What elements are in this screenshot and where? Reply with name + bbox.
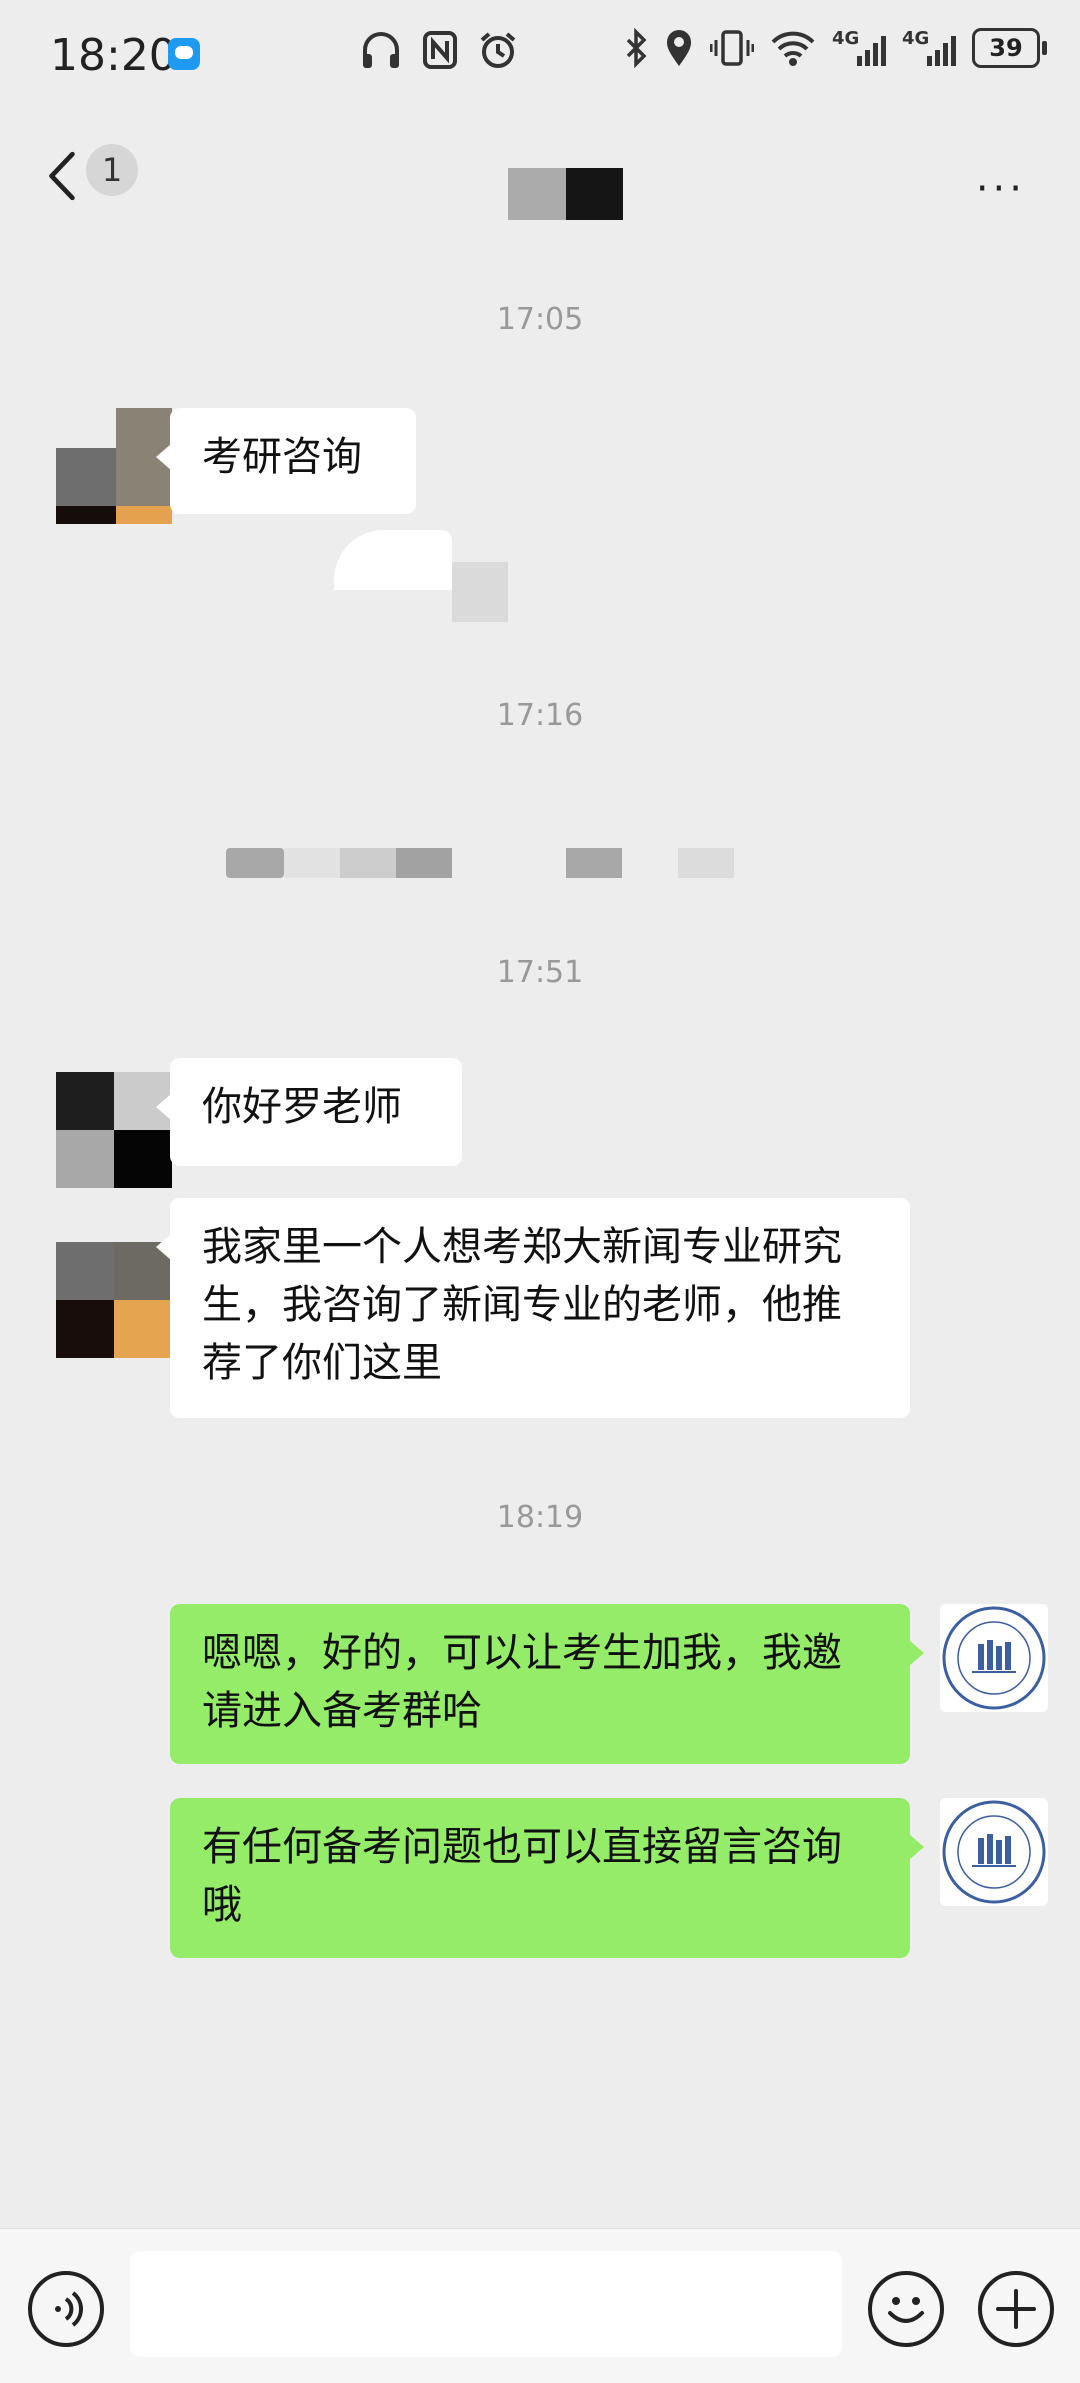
back-icon[interactable]	[42, 150, 82, 202]
alarm-icon	[480, 32, 516, 68]
emoji-icon	[888, 2297, 924, 2323]
chat-title-redacted	[508, 168, 623, 220]
message-text: 有任何备考问题也可以直接留言咨询哦	[202, 1824, 842, 1928]
battery-icon: 39	[972, 28, 1047, 68]
message-text: 考研咨询	[202, 434, 362, 480]
cellular-signal-1: 4G	[832, 28, 886, 68]
network-type-2: 4G	[902, 28, 930, 49]
emoji-button[interactable]	[868, 2271, 944, 2347]
avatar[interactable]	[56, 1072, 172, 1188]
unread-count-badge[interactable]: 1	[86, 144, 138, 196]
network-type-1: 4G	[832, 28, 860, 49]
more-functions-button[interactable]	[978, 2271, 1054, 2347]
message-bubble[interactable]: 我家里一个人想考郑大新闻专业研究生，我咨询了新闻专业的老师，他推荐了你们这里	[156, 1198, 910, 1418]
plus-icon	[996, 2289, 1036, 2329]
status-time: 18:20	[50, 30, 177, 81]
timestamp: 17:51	[496, 955, 584, 990]
timestamp: 17:16	[496, 698, 584, 733]
redacted-block	[452, 562, 508, 622]
vibrate-icon	[710, 30, 754, 66]
cellular-signal-2: 4G	[902, 28, 956, 68]
redacted-block	[334, 530, 452, 590]
bluetooth-icon	[626, 28, 647, 68]
logo-avatar-icon	[942, 1800, 1046, 1904]
status-bar: 18:20 4G 4G 39	[0, 0, 1080, 110]
wifi-icon	[771, 31, 815, 66]
avatar[interactable]	[56, 1242, 172, 1358]
message-bubble[interactable]: 嗯嗯，好的，可以让考生加我，我邀请进入备考群哈	[170, 1604, 924, 1764]
timestamp: 17:05	[496, 302, 584, 337]
message-bubble[interactable]: 考研咨询	[156, 408, 416, 514]
more-icon[interactable]: ···	[976, 166, 1026, 212]
avatar[interactable]	[940, 1798, 1048, 1906]
message-text: 我家里一个人想考郑大新闻专业研究生，我咨询了新闻专业的老师，他推荐了你们这里	[202, 1224, 842, 1386]
message-notification-icon	[168, 38, 200, 70]
avatar[interactable]	[56, 408, 172, 524]
message-text: 嗯嗯，好的，可以让考生加我，我邀请进入备考群哈	[202, 1630, 842, 1734]
message-input[interactable]	[130, 2251, 842, 2357]
message-bubble[interactable]: 你好罗老师	[156, 1058, 462, 1166]
message-bubble[interactable]: 有任何备考问题也可以直接留言咨询哦	[170, 1798, 924, 1958]
avatar[interactable]	[940, 1604, 1048, 1712]
voice-icon	[55, 2291, 83, 2327]
headphones-icon	[363, 32, 399, 68]
voice-button[interactable]	[28, 2271, 104, 2347]
nfc-icon	[423, 31, 457, 69]
logo-avatar-icon	[942, 1606, 1046, 1710]
input-bar	[0, 2228, 1080, 2383]
message-text: 你好罗老师	[202, 1084, 402, 1130]
location-icon	[667, 30, 691, 66]
timestamp: 18:19	[496, 1500, 584, 1535]
